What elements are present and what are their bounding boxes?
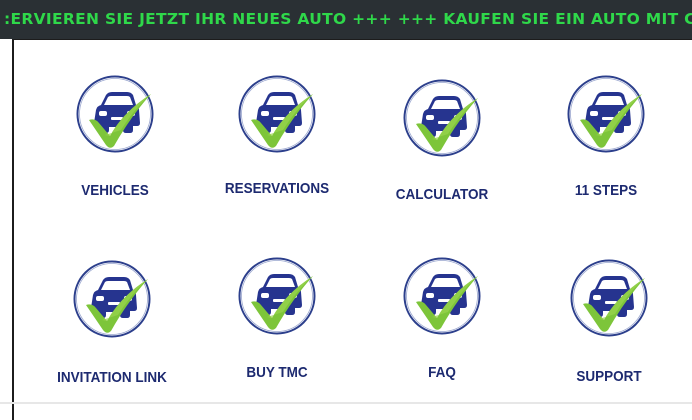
tile-11-steps[interactable]: 11 STEPS [531,74,681,206]
tile-label-faq: FAQ [428,364,456,381]
tile-label-calculator: CALCULATOR [395,186,489,203]
tile-invitation-link[interactable]: INVITATION LINK [37,259,187,389]
tile-calculator[interactable]: CALCULATOR [367,78,517,210]
ticker-text: :ERVIEREN SIE JETZT IHR NEUES AUTO +++ +… [4,10,692,28]
tile-support[interactable]: SUPPORT [534,258,684,388]
tile-label-buy-tmc: BUY TMC [246,364,308,381]
car-checkmark-icon [402,78,482,158]
car-checkmark-icon [75,74,155,154]
car-checkmark-icon [237,74,317,154]
car-checkmark-icon [566,74,646,154]
car-checkmark-icon [402,256,482,336]
tile-label-vehicles: VEHICLES [81,182,149,199]
car-checkmark-icon [237,256,317,336]
car-checkmark-icon [569,258,649,338]
tile-label-11-steps: 11 STEPS [574,182,638,199]
tile-faq[interactable]: FAQ [367,256,517,386]
news-ticker: :ERVIEREN SIE JETZT IHR NEUES AUTO +++ +… [0,0,692,39]
tile-reservations[interactable]: RESERVATIONS [202,74,352,206]
tile-buy-tmc[interactable]: BUY TMC [202,256,352,386]
tile-label-invitation-link: INVITATION LINK [57,369,167,386]
tile-label-support: SUPPORT [576,368,642,385]
tile-label-reservations: RESERVATIONS [224,180,330,197]
car-checkmark-icon [72,259,152,339]
tile-vehicles[interactable]: VEHICLES [40,74,190,206]
